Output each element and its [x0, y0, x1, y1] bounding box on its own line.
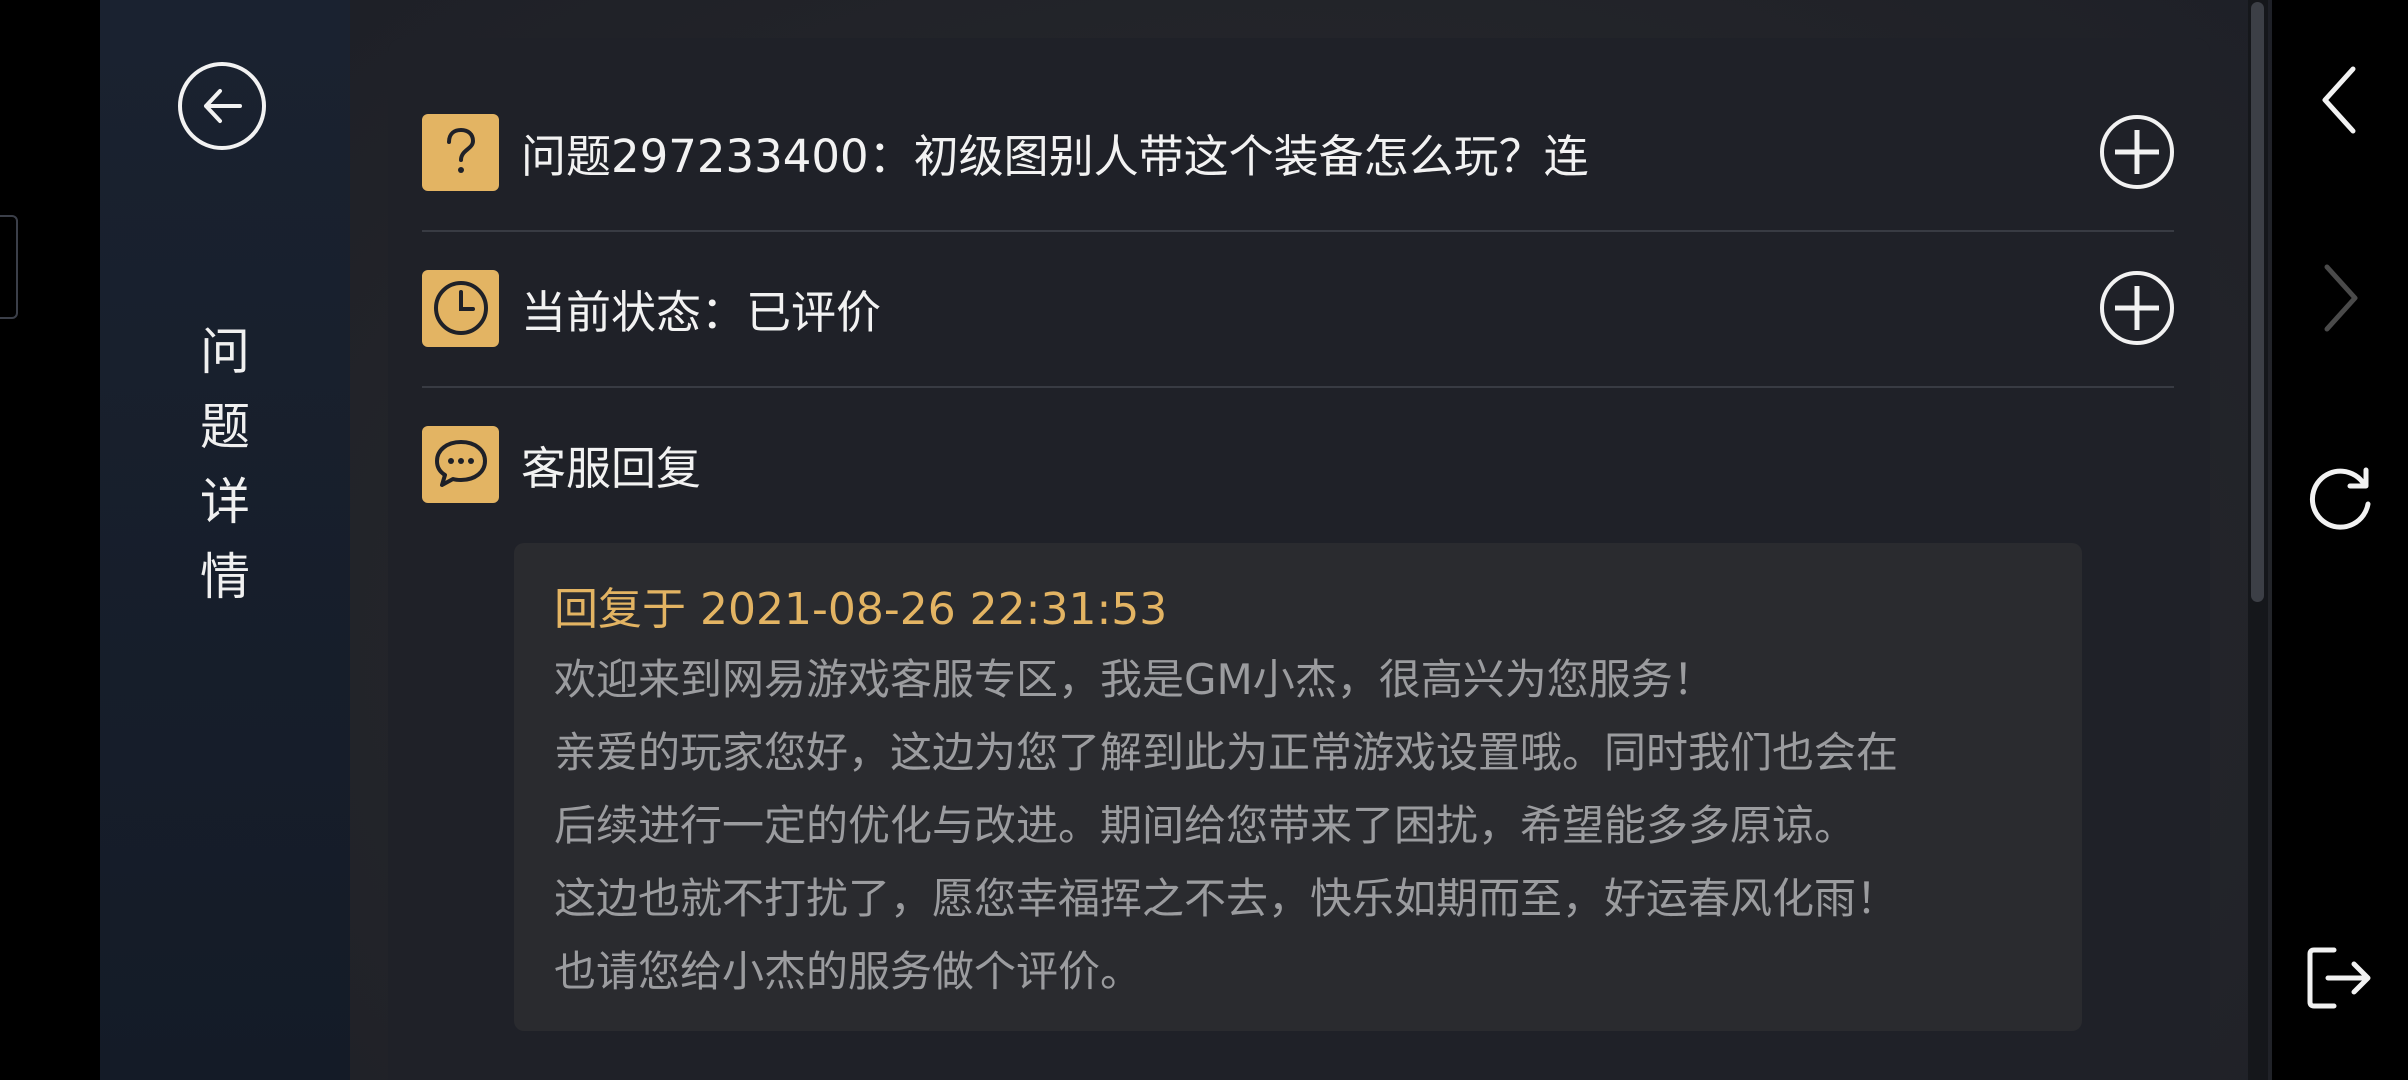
refresh-button[interactable] — [2302, 462, 2378, 538]
reply-line: 后续进行一定的优化与改进。期间给您带来了困扰，希望能多多原谅。 — [554, 801, 1857, 850]
reply-body: 欢迎来到网易游戏客服专区，我是GM小杰，很高兴为您服务！ 亲爱的玩家您好，这边为… — [554, 643, 2054, 1008]
page-title-char: 问 — [200, 323, 250, 381]
question-title: 问题297233400：初级图别人带这个装备怎么玩？连 — [521, 129, 1589, 183]
clock-icon — [422, 269, 499, 347]
edge-handle — [0, 215, 18, 319]
scrollbar-thumb[interactable] — [2251, 2, 2264, 602]
exit-icon — [2307, 947, 2371, 1009]
question-row: 问题297233400：初级图别人带这个装备怎么玩？连 — [422, 74, 2174, 230]
status-text: 当前状态：已评价 — [521, 285, 882, 339]
left-edge — [0, 0, 100, 1080]
reply-card: 回复于 2021-08-26 22:31:53 欢迎来到网易游戏客服专区，我是G… — [514, 543, 2082, 1031]
reply-timestamp: 回复于 2021-08-26 22:31:53 — [554, 584, 1168, 635]
reply-section-label: 客服回复 — [521, 441, 702, 495]
refresh-icon — [2309, 467, 2371, 530]
reply-line: 欢迎来到网易游戏客服专区，我是GM小杰，很高兴为您服务！ — [554, 655, 1715, 704]
arrow-left-icon — [204, 89, 242, 123]
page-title-char: 题 — [200, 398, 250, 456]
nav-forward-button[interactable] — [2302, 260, 2378, 336]
main-content: 问题297233400：初级图别人带这个装备怎么玩？连 当前状态：已评价 客服回… — [350, 0, 2272, 1080]
reply-line: 亲爱的玩家您好，这边为您了解到此为正常游戏设置哦。同时我们也会在 — [554, 728, 1899, 777]
reply-line: 这边也就不打扰了，愿您幸福挥之不去，快乐如期而至，好运春风化雨！ — [554, 874, 1899, 923]
question-mark-icon — [422, 113, 499, 191]
status-row: 当前状态：已评价 — [422, 230, 2174, 386]
app-screen: 问 题 详 情 问题297233400：初级图别人带这个装备怎么玩？连 当前状态… — [0, 0, 2408, 1080]
page-title-char: 详 — [200, 473, 250, 531]
nav-back-button[interactable] — [2302, 62, 2378, 138]
chat-bubble-icon — [422, 425, 499, 503]
detail-panel: 问题297233400：初级图别人带这个装备怎么玩？连 当前状态：已评价 客服回… — [388, 38, 2210, 1080]
chevron-left-icon — [2322, 66, 2356, 134]
expand-status-button[interactable] — [2100, 271, 2174, 345]
browser-nav-bar — [2272, 0, 2408, 1080]
expand-question-button[interactable] — [2100, 115, 2174, 189]
reply-line: 也请您给小杰的服务做个评价。 — [554, 947, 1143, 996]
exit-button[interactable] — [2302, 940, 2378, 1016]
reply-section-header: 客服回复 — [422, 386, 2174, 542]
page-title-char: 情 — [200, 548, 250, 606]
sidebar: 问 题 详 情 — [100, 0, 350, 1080]
back-button[interactable] — [178, 62, 266, 150]
chevron-right-icon — [2324, 264, 2358, 332]
